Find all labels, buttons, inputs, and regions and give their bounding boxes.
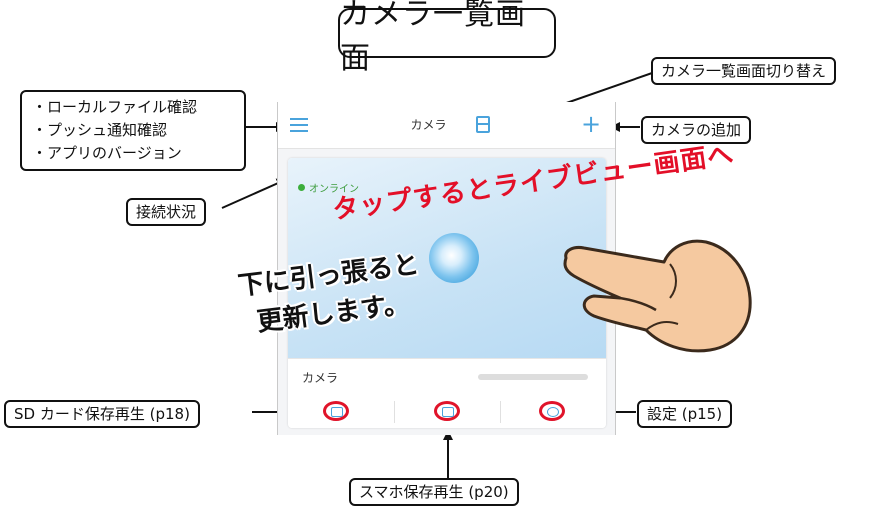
status-dot-icon xyxy=(298,184,305,191)
connection-status-callout: 接続状況 xyxy=(126,198,207,226)
settings-button[interactable] xyxy=(539,401,565,421)
phone-storage-icon xyxy=(442,407,454,417)
divider xyxy=(394,401,395,423)
camera-action-row xyxy=(288,395,606,428)
camera-name: カメラ xyxy=(302,371,339,385)
camera-serial-placeholder xyxy=(478,374,588,380)
connection-arrow xyxy=(221,178,287,209)
add-icon[interactable]: + xyxy=(581,112,601,136)
sd-playback-button[interactable] xyxy=(323,401,349,421)
menu-callout-line: ・プッシュ通知確認 xyxy=(32,121,168,139)
camera-info-row: カメラ xyxy=(288,358,606,396)
menu-callout: ・ローカルファイル確認 ・プッシュ通知確認 ・アプリのバージョン xyxy=(20,90,246,171)
phone-playback-callout: スマホ保存再生 (p20) xyxy=(349,478,519,506)
phone-header: カメラ + xyxy=(278,102,615,149)
view-switch-icon[interactable] xyxy=(476,116,490,133)
sd-playback-callout: SD カード保存再生 (p18) xyxy=(4,400,200,428)
phone-header-title: カメラ xyxy=(410,118,447,132)
hand-icon xyxy=(563,239,752,353)
settings-callout: 設定 (p15) xyxy=(637,400,733,428)
divider xyxy=(500,401,501,423)
settings-icon xyxy=(547,407,559,417)
sd-card-icon xyxy=(331,407,343,417)
switch-view-callout: カメラ一覧画面切り替え xyxy=(651,57,837,85)
menu-callout-line: ・アプリのバージョン xyxy=(32,144,182,162)
menu-callout-line: ・ローカルファイル確認 xyxy=(32,98,198,116)
phone-playback-button[interactable] xyxy=(434,401,460,421)
camera-lens-icon xyxy=(429,233,479,283)
